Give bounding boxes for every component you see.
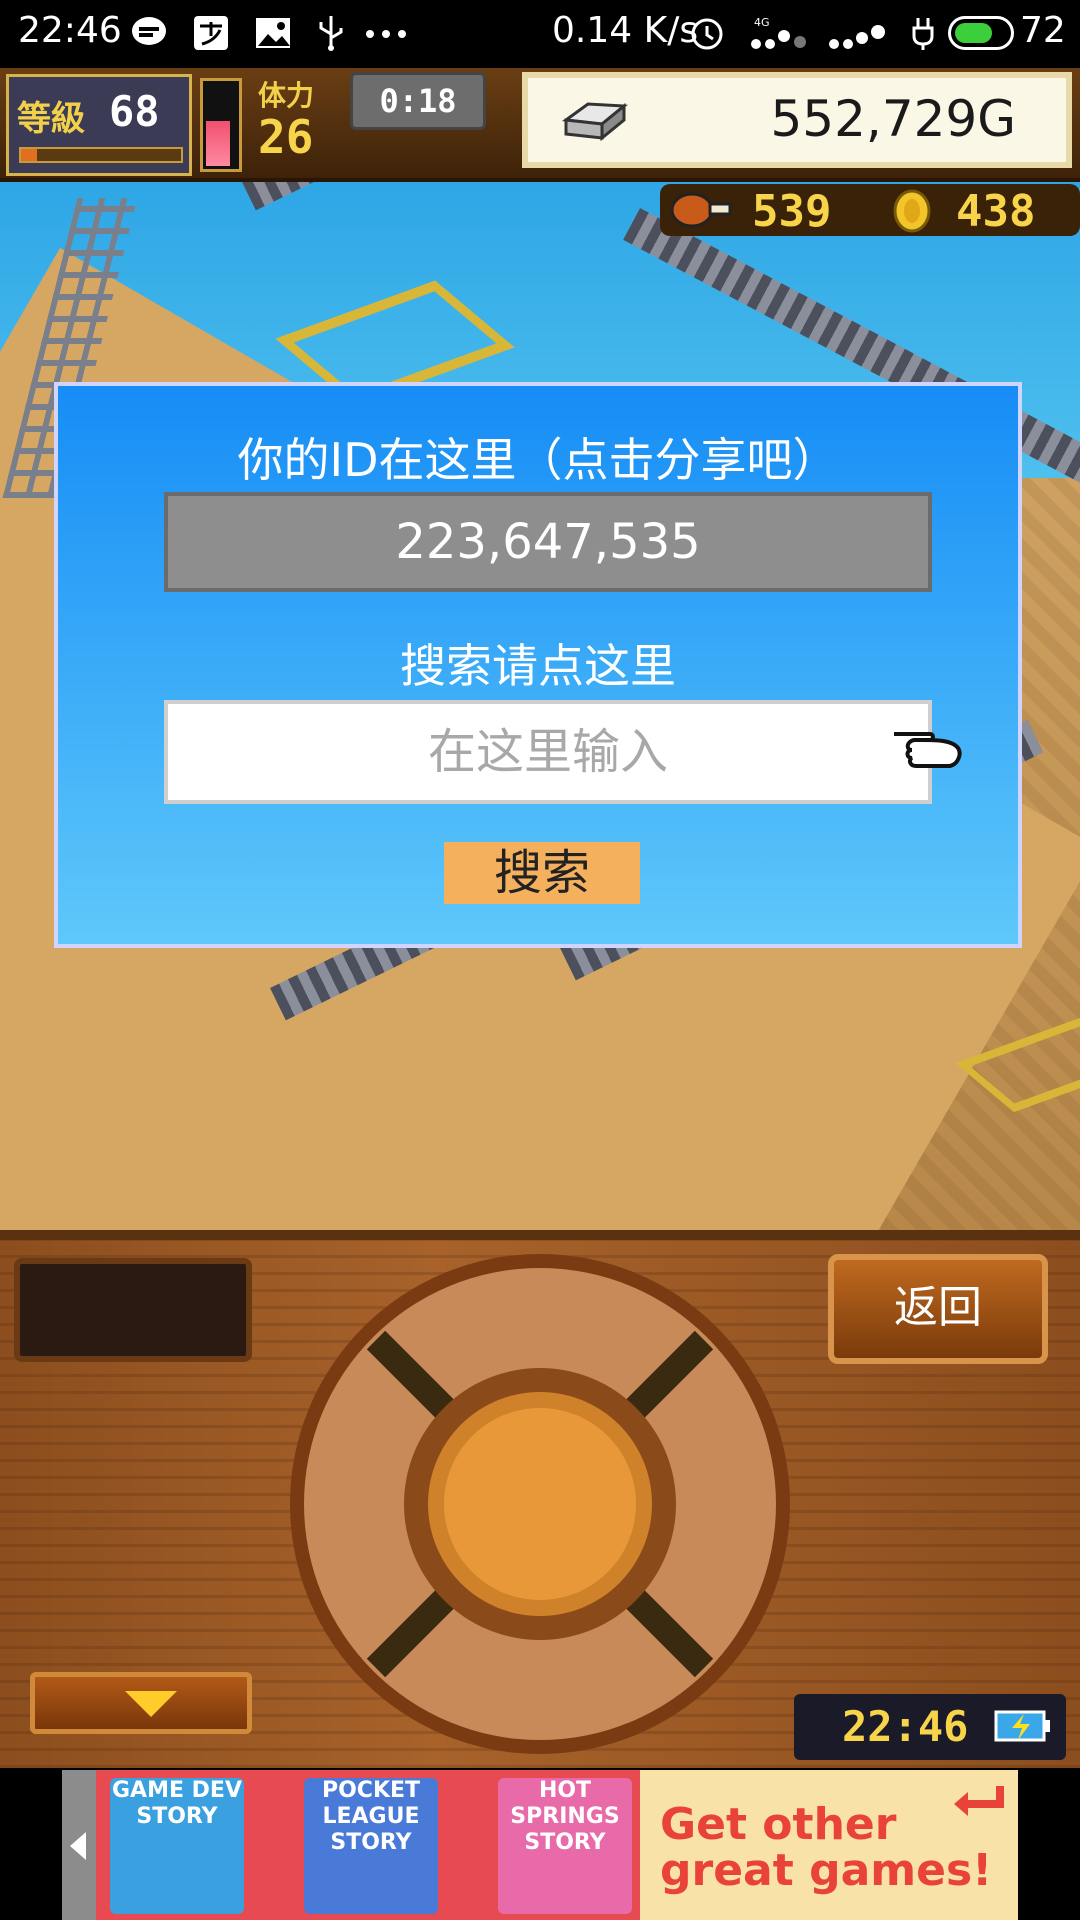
game-clock-time: 22:46 xyxy=(842,1702,969,1751)
more-dots-icon xyxy=(366,30,406,38)
search-button[interactable]: 搜索 xyxy=(444,842,640,904)
image-icon xyxy=(256,18,290,48)
friend-search-dialog: 你的ID在这里（点击分享吧） 223,647,535 搜索请点这里 在这里输入 … xyxy=(54,382,1022,948)
dialog-title[interactable]: 你的ID在这里（点击分享吧） xyxy=(58,424,1018,490)
back-button[interactable]: 返回 xyxy=(828,1254,1048,1364)
ad-game-tile[interactable]: GAME DEV STORY xyxy=(110,1778,244,1914)
search-label: 搜索请点这里 xyxy=(400,639,676,693)
alipay-icon xyxy=(194,16,228,50)
search-input[interactable]: 在这里输入 xyxy=(164,700,932,804)
chat-bubble-icon xyxy=(132,17,166,45)
ad-game-tile[interactable]: POCKET LEAGUE STORY xyxy=(304,1778,438,1914)
stamina-label: 体力 xyxy=(258,79,315,112)
level-label: 等級 xyxy=(17,99,85,139)
ad-game-title-line: SPRINGS xyxy=(510,1804,620,1829)
resource-bar: 539 438 xyxy=(660,184,1080,237)
status-bar: 22:46 0.14 K/s 4G 72 xyxy=(0,0,1080,68)
ad-banner[interactable]: GAME DEV STORY POCKET LEAGUE STORY HOT SPRINGS… xyxy=(62,1770,1018,1920)
status-time: 22:46 xyxy=(18,10,122,51)
return-arrow-icon xyxy=(954,1786,1004,1816)
ad-game-title-line: STORY xyxy=(136,1804,218,1829)
level-panel: 等級 68 xyxy=(6,74,192,176)
ad-game-tile[interactable]: HOT SPRINGS STORY xyxy=(498,1778,632,1914)
ad-promo-line2: great games! xyxy=(660,1845,993,1896)
gold-coin-icon xyxy=(893,189,931,233)
svg-text:4G: 4G xyxy=(754,16,770,29)
user-id-display[interactable]: 223,647,535 xyxy=(164,492,932,592)
ad-game-title-line: GAME DEV xyxy=(112,1778,242,1803)
usb-icon xyxy=(319,16,343,51)
net-speed: 0.14 K/s xyxy=(552,10,699,51)
ad-game-title-line: STORY xyxy=(524,1830,606,1855)
battery-fill xyxy=(955,23,993,43)
ad-game-title-line: STORY xyxy=(330,1830,412,1855)
ad-promo-line1: Get other xyxy=(660,1799,897,1850)
food-value: 539 xyxy=(752,186,832,237)
stamina-timer: 0:18 xyxy=(350,72,486,130)
ad-game-title-line: POCKET xyxy=(321,1778,421,1803)
level-value: 68 xyxy=(109,87,160,136)
stamina-value: 26 xyxy=(258,110,314,164)
game-hud: 等級 68 体力 26 0:18 552,729G xyxy=(0,68,1080,182)
coin-value: 438 xyxy=(956,186,1036,237)
money-value: 552,729G xyxy=(770,90,1016,148)
signal-icon xyxy=(829,25,885,49)
game-clock: 22:46 xyxy=(794,1694,1066,1760)
stamina-gauge xyxy=(200,78,242,172)
alarm-icon xyxy=(691,18,723,50)
battery-charging-icon xyxy=(994,1710,1050,1742)
scroll-down-button[interactable] xyxy=(30,1672,252,1734)
left-arrow-icon xyxy=(70,1832,86,1860)
panel-divider xyxy=(0,1230,1080,1240)
ad-game-title-line: HOT xyxy=(538,1778,592,1803)
silver-ingot-icon xyxy=(561,102,628,142)
ad-game-title-line: LEAGUE xyxy=(322,1804,420,1829)
ad-prev-button[interactable] xyxy=(62,1770,96,1920)
stamina-fill xyxy=(206,120,230,166)
battery-percent: 72 xyxy=(1020,10,1066,51)
money-panel: 552,729G xyxy=(522,72,1072,168)
level-progress-fill xyxy=(21,149,37,161)
control-panel: 返回 22:46 xyxy=(0,1230,1080,1768)
charging-icon xyxy=(912,18,934,50)
pointing-hand-icon xyxy=(894,732,962,768)
ad-promo[interactable]: Get other great games! xyxy=(640,1770,1018,1920)
ad-promo-text: Get other great games! xyxy=(660,1802,992,1894)
meat-icon xyxy=(670,192,732,228)
info-slot xyxy=(14,1258,252,1362)
down-arrow-icon xyxy=(125,1691,177,1717)
level-progress-bar xyxy=(19,147,183,163)
battery-icon xyxy=(948,16,1014,50)
directional-pad[interactable] xyxy=(286,1250,794,1758)
signal-4g-icon: 4G xyxy=(751,16,806,49)
